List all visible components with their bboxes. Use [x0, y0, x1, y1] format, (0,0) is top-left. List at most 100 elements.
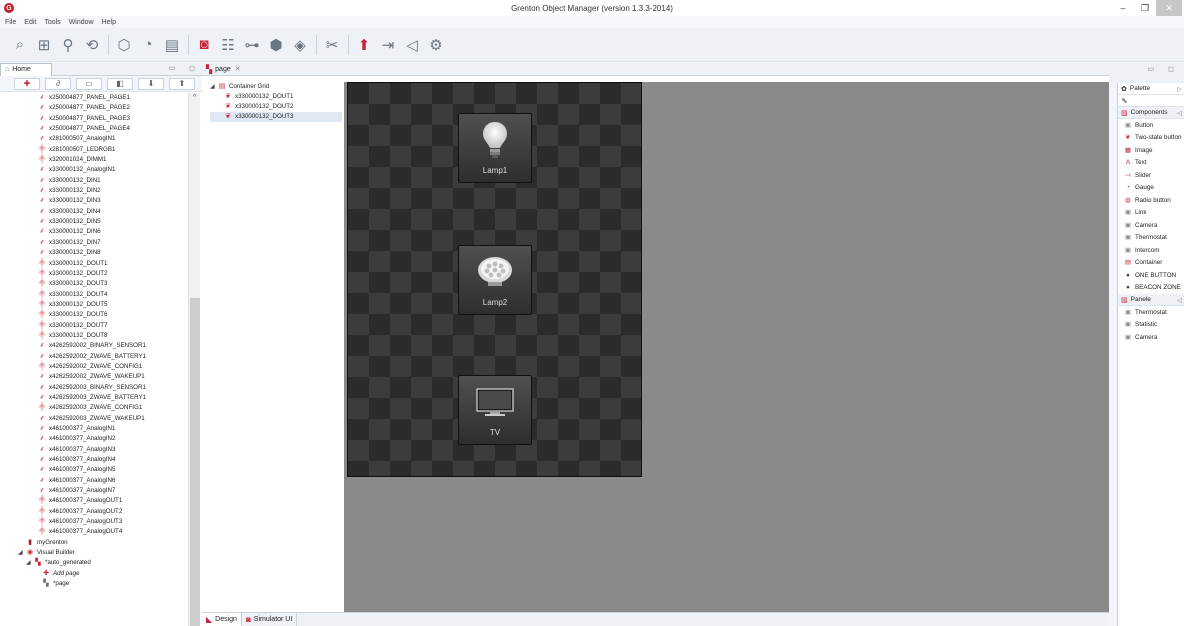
palette-item[interactable]: ▦ Image — [1118, 144, 1184, 157]
palette-header[interactable]: ✿ Palette ▷ — [1118, 83, 1184, 95]
palette-item[interactable]: ▣ Button — [1118, 119, 1184, 132]
palette-group-panele[interactable]: ▨ Panele ◁ — [1118, 294, 1184, 306]
select-pointer-icon[interactable]: ⬉ — [1118, 95, 1184, 107]
palette-item[interactable]: ▣ Statistic — [1118, 319, 1184, 332]
tree-item[interactable]: ⸙ x461000377_AnalogIN5 — [0, 465, 188, 475]
palette-item[interactable]: ▣ Thermostat — [1118, 232, 1184, 245]
palette-collapse-icon[interactable]: ▷ — [1177, 85, 1182, 93]
tree-item[interactable]: ⸎ x330000132_DOUT3 — [0, 279, 188, 289]
tree-item-mygrenton[interactable]: ▮ myGrenton — [0, 538, 188, 548]
hierarchy-icon[interactable]: ⊶ — [242, 35, 262, 55]
tree-item[interactable]: ⸙ x4262592002_ZWAVE_BATTERY1 — [0, 352, 188, 362]
tree-item[interactable]: ⸙ x250004877_PANEL_PAGE1 — [0, 93, 188, 103]
panel-minmax-controls[interactable]: ▭ ◻ — [169, 64, 201, 72]
tree-item[interactable]: ⸎ x461000377_AnalogOUT3 — [0, 517, 188, 527]
tree-item[interactable]: ⸙ x330000132_DIN8 — [0, 248, 188, 258]
tree-item[interactable]: ⸎ x320001024_DIMM1 — [0, 155, 188, 165]
tree-item[interactable]: ⸙ x461000377_AnalogIN7 — [0, 486, 188, 496]
structure-icon[interactable]: ☷ — [218, 35, 238, 55]
tree-item[interactable]: ⸙ x330000132_DIN1 — [0, 176, 188, 186]
menu-help[interactable]: Help — [102, 19, 116, 26]
close-tab-icon[interactable]: ✕ — [235, 65, 241, 73]
panel-minmax-controls[interactable]: ▭ ◻ — [1148, 65, 1180, 73]
outline-root[interactable]: ◢ ▤ Container Grid — [210, 82, 342, 92]
tree-item[interactable]: ⸙ x330000132_DIN4 — [0, 207, 188, 217]
tab-simulator-ui[interactable]: ◙ Simulator UI — [242, 612, 298, 626]
tab-page[interactable]: ▚ page ✕ — [202, 63, 245, 76]
tree-item[interactable]: ⸙ x330000132_DIN5 — [0, 217, 188, 227]
tree-item[interactable]: ⸙ x250004877_PANEL_PAGE4 — [0, 124, 188, 134]
tree-item[interactable]: ⸙ x250004877_PANEL_PAGE2 — [0, 103, 188, 113]
tree-item[interactable]: ⸙ x330000132_DIN3 — [0, 196, 188, 206]
tree-item[interactable]: ⸙ x330000132_AnalogIN1 — [0, 165, 188, 175]
import-icon[interactable]: ⬇ — [138, 77, 164, 90]
palette-item[interactable]: ▤ Container — [1118, 257, 1184, 270]
tree-item[interactable]: ⸙ x330000132_DIN6 — [0, 227, 188, 237]
tree-scrollbar[interactable]: ^ — [188, 93, 200, 626]
collapse-arrow-icon[interactable]: ◢ — [210, 82, 218, 92]
expand-arrow-icon[interactable]: ◢ — [26, 558, 34, 568]
minimize-button[interactable]: – — [1112, 0, 1134, 16]
widget-lamp2[interactable]: Lamp2 — [458, 245, 532, 315]
palette-item[interactable]: ▣ Thermostat — [1118, 306, 1184, 319]
tree-item[interactable]: ⸙ x461000377_AnalogIN1 — [0, 424, 188, 434]
simulator-icon[interactable]: ◈ — [290, 35, 310, 55]
tree-item[interactable]: ⸙ x461000377_AnalogIN4 — [0, 455, 188, 465]
palette-item[interactable]: ● BEACON ZONE — [1118, 282, 1184, 295]
cube-icon[interactable]: ⬡ — [114, 35, 134, 55]
network-icon[interactable]: ⊞ — [34, 35, 54, 55]
clock-icon[interactable]: ◔ — [138, 35, 158, 55]
module-icon[interactable]: ▭ — [76, 77, 102, 90]
widget-tv[interactable]: TV — [458, 375, 532, 445]
tree-item[interactable]: ⸙ x4262592003_BINARY_SENSOR1 — [0, 383, 188, 393]
config-icon[interactable]: ▤ — [162, 35, 182, 55]
palette-item[interactable]: ❦ Two-state button — [1118, 132, 1184, 145]
palette-item[interactable]: A Text — [1118, 157, 1184, 170]
tree-item[interactable]: ⸙ x461000377_AnalogIN3 — [0, 445, 188, 455]
tree-item-page[interactable]: ▚ *page — [0, 579, 188, 589]
tree-item[interactable]: ⸎ x461000377_AnalogOUT2 — [0, 507, 188, 517]
export-icon[interactable]: ⬆ — [169, 77, 195, 90]
grenton-logo-icon[interactable]: ◙ — [194, 35, 214, 55]
tree-item[interactable]: ⸙ x250004877_PANEL_PAGE3 — [0, 114, 188, 124]
menu-file[interactable]: File — [5, 19, 16, 26]
palette-item[interactable]: ◍ Radio button — [1118, 194, 1184, 207]
settings-icon[interactable]: ⚙ — [426, 35, 446, 55]
tree-item-auto-generated[interactable]: ◢ ▚ *auto_generated — [0, 558, 188, 568]
scroll-thumb[interactable] — [190, 298, 200, 626]
tree-item[interactable]: ⸎ x281000507_LEDRGB1 — [0, 145, 188, 155]
maximize-button[interactable]: ❐ — [1134, 0, 1156, 16]
palette-group-components[interactable]: ▨ Components ◁ — [1118, 107, 1184, 119]
palette-item[interactable]: ▣ Link — [1118, 207, 1184, 220]
tree-item[interactable]: ⸎ x330000132_DOUT7 — [0, 321, 188, 331]
tree-item[interactable]: ⸙ x461000377_AnalogIN6 — [0, 476, 188, 486]
tree-item[interactable]: ⸎ x4262592002_ZWAVE_CONFIG1 — [0, 362, 188, 372]
tree-item[interactable]: ⸙ x330000132_DIN2 — [0, 186, 188, 196]
group-collapse-icon[interactable]: ◁ — [1177, 296, 1182, 304]
palette-item[interactable]: ▣ Camera — [1118, 331, 1184, 344]
palette-item[interactable]: ⟞ Slider — [1118, 169, 1184, 182]
expand-arrow-icon[interactable]: ◢ — [18, 548, 26, 558]
add-icon[interactable]: ✚ — [14, 77, 40, 90]
export-icon[interactable]: ⇥ — [378, 35, 398, 55]
refresh-icon[interactable]: ⟲ — [82, 35, 102, 55]
palette-item[interactable]: ● ONE BUTTON — [1118, 269, 1184, 282]
palette-item[interactable]: ▣ Intercom — [1118, 244, 1184, 257]
tree-item[interactable]: ⸙ x330000132_DIN7 — [0, 238, 188, 248]
outline-child[interactable]: ❦ x330000132_DOUT2 — [210, 102, 342, 112]
outline-child[interactable]: ❦ x330000132_DOUT1 — [210, 92, 342, 102]
widget-lamp1[interactable]: Lamp1 — [458, 113, 532, 183]
visual-builder-icon[interactable]: ⬢ — [266, 35, 286, 55]
palette-item[interactable]: ◔ Gauge — [1118, 182, 1184, 195]
disconnect-icon[interactable]: ✂ — [322, 35, 342, 55]
tree-item[interactable]: ⸎ x330000132_DOUT2 — [0, 269, 188, 279]
tree-item[interactable]: ⸎ x461000377_AnalogOUT4 — [0, 527, 188, 537]
menu-tools[interactable]: Tools — [44, 19, 60, 26]
close-button[interactable]: ✕ — [1156, 0, 1182, 16]
wizard-icon[interactable]: ⚲ — [58, 35, 78, 55]
scroll-up-arrow[interactable]: ^ — [189, 93, 200, 103]
tree-item[interactable]: ⸙ x4262592002_BINARY_SENSOR1 — [0, 341, 188, 351]
outline-child[interactable]: ❦ x330000132_DOUT3 — [210, 112, 342, 122]
palette-item[interactable]: ▣ Camera — [1118, 219, 1184, 232]
back-icon[interactable]: ◁ — [402, 35, 422, 55]
